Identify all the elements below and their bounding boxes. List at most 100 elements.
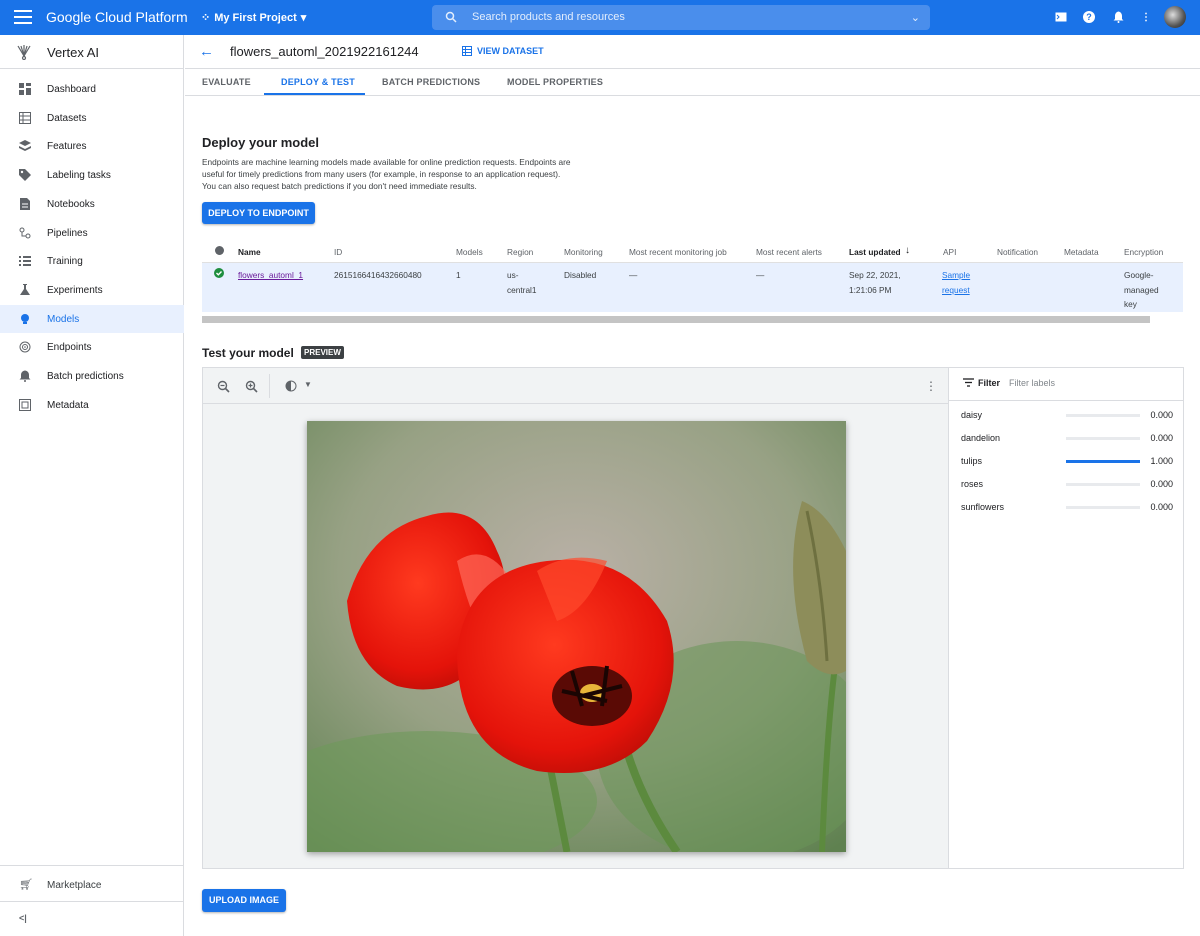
prediction-label: sunflowers bbox=[961, 502, 1005, 512]
search-bar[interactable]: Search products and resources ⌄ bbox=[432, 5, 930, 30]
deploy-description: Endpoints are machine learning models ma… bbox=[202, 157, 571, 191]
brightness-icon[interactable] bbox=[283, 378, 299, 394]
back-arrow-icon[interactable]: ← bbox=[199, 43, 214, 60]
zoom-out-icon[interactable] bbox=[217, 380, 230, 393]
sidebar-item-training[interactable]: Training bbox=[0, 247, 184, 275]
project-selector[interactable]: ⁘ My First Project ▾ bbox=[201, 11, 306, 25]
column-header[interactable]: ID bbox=[334, 247, 342, 257]
confidence-score: 0.000 bbox=[1150, 410, 1173, 420]
tulip-photo bbox=[307, 421, 846, 852]
avatar[interactable] bbox=[1164, 6, 1186, 28]
page-header: ← flowers_automl_2021922161244 VIEW DATA… bbox=[185, 35, 1200, 69]
chevron-down-icon[interactable]: ⌄ bbox=[911, 11, 920, 24]
monitoring-job: — bbox=[629, 270, 638, 280]
zoom-in-icon[interactable] bbox=[245, 380, 258, 393]
filter-labels-input[interactable]: Filter labels bbox=[1009, 378, 1055, 388]
features-icon bbox=[19, 140, 31, 152]
endpoints-icon bbox=[19, 341, 31, 353]
notifications-icon[interactable] bbox=[1111, 10, 1125, 24]
column-header[interactable]: Name bbox=[238, 247, 261, 257]
sidebar-item-labeling-tasks[interactable]: Labeling tasks bbox=[0, 161, 184, 189]
sidebar-item-label: Endpoints bbox=[47, 342, 92, 354]
deploy-to-endpoint-button[interactable]: DEPLOY TO ENDPOINT bbox=[202, 202, 315, 224]
monitoring-status: Disabled bbox=[564, 270, 597, 280]
sidebar: Vertex AI Dashboard Datasets Features Label… bbox=[0, 35, 184, 936]
horizontal-scrollbar[interactable] bbox=[202, 316, 1150, 323]
deploy-heading: Deploy your model bbox=[202, 135, 320, 150]
confidence-score: 0.000 bbox=[1150, 479, 1173, 489]
table-header: Name ID Models Region Monitoring Most re… bbox=[202, 241, 1183, 263]
prediction-row: dandelion 0.000 bbox=[949, 428, 1183, 448]
confidence-score: 1.000 bbox=[1150, 456, 1173, 466]
sidebar-item-features[interactable]: Features bbox=[0, 132, 184, 160]
last-updated: Sep 22, 2021, 1:21:06 PM bbox=[849, 270, 901, 295]
prediction-row: sunflowers 0.000 bbox=[949, 497, 1183, 517]
column-header[interactable]: Metadata bbox=[1064, 247, 1099, 257]
predictions-panel: Filter Filter labels daisy 0.000 dandelion… bbox=[948, 367, 1184, 869]
active-tab-indicator bbox=[264, 93, 365, 95]
cloud-shell-icon[interactable] bbox=[1054, 10, 1068, 24]
column-header[interactable]: Most recent monitoring job bbox=[629, 247, 727, 257]
filter-bar[interactable]: Filter Filter labels bbox=[949, 368, 1183, 401]
search-placeholder: Search products and resources bbox=[472, 11, 625, 23]
endpoint-name-link[interactable]: flowers_automl_1 bbox=[238, 268, 303, 283]
confidence-bar bbox=[1066, 483, 1140, 486]
test-heading: Test your model bbox=[202, 346, 294, 360]
prediction-row: tulips 1.000 bbox=[949, 451, 1183, 471]
search-icon bbox=[445, 11, 457, 23]
sidebar-item-datasets[interactable]: Datasets bbox=[0, 104, 184, 132]
more-vert-icon[interactable]: ⋮ bbox=[1139, 10, 1153, 24]
bell-icon bbox=[19, 370, 31, 382]
arrow-down-icon[interactable]: ↓ bbox=[905, 245, 910, 256]
tab-evaluate[interactable]: EVALUATE bbox=[202, 77, 251, 87]
datasets-icon bbox=[19, 111, 31, 124]
sample-request-link[interactable]: Sample request bbox=[942, 268, 970, 297]
sidebar-item-models[interactable]: Models bbox=[0, 304, 184, 333]
divider bbox=[0, 865, 184, 866]
help-icon[interactable]: ? bbox=[1082, 10, 1096, 24]
column-header-sorted[interactable]: Last updated bbox=[849, 247, 901, 257]
svg-text:?: ? bbox=[1086, 12, 1092, 22]
experiments-icon bbox=[19, 283, 31, 296]
cart-icon: 🛒︎ bbox=[19, 879, 33, 891]
sidebar-item-label: Datasets bbox=[47, 112, 87, 124]
sidebar-item-marketplace[interactable]: 🛒︎ Marketplace bbox=[0, 871, 184, 899]
sidebar-item-pipelines[interactable]: Pipelines bbox=[0, 219, 184, 247]
more-vert-icon[interactable]: ⋮ bbox=[925, 379, 937, 393]
sidebar-item-experiments[interactable]: Experiments bbox=[0, 276, 184, 304]
sidebar-item-label: Labeling tasks bbox=[47, 170, 111, 182]
tab-batch-predictions[interactable]: BATCH PREDICTIONS bbox=[382, 77, 480, 87]
confidence-bar bbox=[1066, 437, 1140, 440]
status-header-icon bbox=[215, 246, 224, 255]
column-header[interactable]: Notification bbox=[997, 247, 1038, 257]
confidence-score: 0.000 bbox=[1150, 433, 1173, 443]
table-row[interactable]: flowers_automl_1 2615166416432660480 1 u… bbox=[202, 263, 1183, 312]
column-header[interactable]: Models bbox=[456, 247, 483, 257]
sidebar-item-dashboard[interactable]: Dashboard bbox=[0, 75, 184, 103]
sidebar-item-metadata[interactable]: Metadata bbox=[0, 391, 184, 419]
page-title: flowers_automl_2021922161244 bbox=[230, 44, 419, 59]
endpoints-table: Name ID Models Region Monitoring Most re… bbox=[202, 241, 1183, 312]
upload-image-button[interactable]: UPLOAD IMAGE bbox=[202, 889, 286, 912]
column-header[interactable]: Most recent alerts bbox=[756, 247, 822, 257]
tab-model-properties[interactable]: MODEL PROPERTIES bbox=[507, 77, 603, 87]
tab-deploy-test[interactable]: DEPLOY & TEST bbox=[281, 77, 355, 87]
divider bbox=[0, 901, 184, 902]
sidebar-item-notebooks[interactable]: Notebooks bbox=[0, 190, 184, 218]
sidebar-item-endpoints[interactable]: Endpoints bbox=[0, 333, 184, 361]
collapse-nav-icon[interactable]: <| bbox=[19, 913, 27, 923]
brand-title[interactable]: Google Cloud Platform bbox=[46, 9, 188, 25]
confidence-bar bbox=[1066, 414, 1140, 417]
models-count: 1 bbox=[456, 270, 461, 280]
menu-icon[interactable] bbox=[14, 10, 32, 24]
column-header[interactable]: Monitoring bbox=[564, 247, 603, 257]
column-header[interactable]: Encryption bbox=[1124, 247, 1163, 257]
sidebar-item-batch-predictions[interactable]: Batch predictions bbox=[0, 362, 184, 390]
chevron-down-icon[interactable]: ▼ bbox=[304, 380, 312, 389]
training-icon bbox=[19, 255, 31, 267]
prediction-row: daisy 0.000 bbox=[949, 405, 1183, 425]
view-dataset-link[interactable]: VIEW DATASET bbox=[462, 46, 544, 56]
column-header[interactable]: API bbox=[943, 247, 956, 257]
column-header[interactable]: Region bbox=[507, 247, 533, 257]
sidebar-item-label: Batch predictions bbox=[47, 371, 124, 382]
